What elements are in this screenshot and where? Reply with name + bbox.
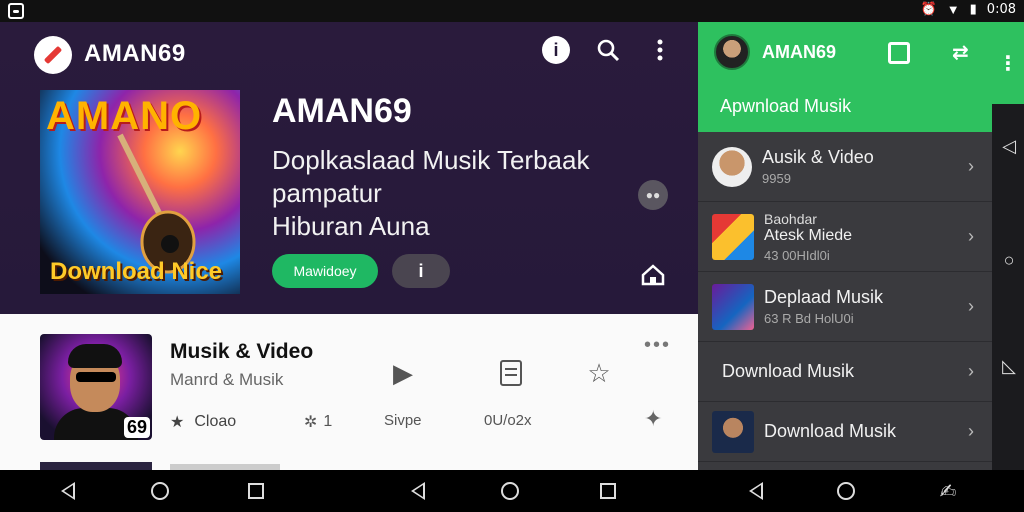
drawer-item[interactable]: Baohdar Atesk Miede 43 00HIdl0i › xyxy=(698,202,992,272)
drawer-item-overline: Baohdar xyxy=(764,210,817,227)
edge-menu-icon[interactable]: ⋮ xyxy=(992,22,1024,104)
drawer-item[interactable]: Download Musik › xyxy=(698,402,992,462)
navigation-drawer: AMAN69 ⇄ Apwnload Musik Ausik & Video 99… xyxy=(698,22,992,470)
chevron-right-icon: › xyxy=(968,421,974,441)
info-button[interactable]: i xyxy=(392,254,450,288)
edge-strip: ⋮ ◁ ○ ◺ xyxy=(992,22,1024,470)
next-item-preview xyxy=(40,462,152,470)
chevron-right-icon: › xyxy=(968,156,974,176)
drawer-user-name: AMAN69 xyxy=(762,42,837,62)
rating-label: Cloao xyxy=(194,413,237,430)
track-thumbnail[interactable]: 69 xyxy=(40,334,152,440)
library-icon[interactable] xyxy=(888,42,910,64)
drawer-list: Ausik & Video 9959 › Baohdar Atesk Miede… xyxy=(698,132,992,462)
status-bar: ⏰ ▼ ▮ 0:08 xyxy=(0,0,1024,22)
pin-icon[interactable]: ✦ xyxy=(644,406,662,432)
save-label[interactable]: 0U/o2x xyxy=(484,412,532,429)
app-bar-actions: i xyxy=(542,36,674,64)
status-time: 0:08 xyxy=(986,1,1016,17)
favorite-star-icon[interactable]: ☆ xyxy=(582,356,616,390)
app-logo-icon[interactable] xyxy=(34,36,72,74)
drawer-item-meta: 9959 xyxy=(762,171,791,186)
battery-icon: ▮ xyxy=(969,1,977,16)
app-notification-icon xyxy=(8,3,24,19)
drawer-item-meta: 43 00HIdl0i xyxy=(764,247,830,263)
hero-subtitle: Doplkaslaad Musik Terbaak pampatur Hibur… xyxy=(272,144,632,243)
play-icon[interactable]: ▶ xyxy=(386,356,420,390)
drawer-item-title: Deplaad Musik xyxy=(764,287,884,307)
home-icon[interactable] xyxy=(640,262,666,288)
drawer-item-thumbnail xyxy=(712,213,754,260)
back-icon[interactable] xyxy=(408,481,428,501)
hero-subtitle-line-2: pampatur xyxy=(272,178,382,208)
album-cover[interactable]: AMANO Download Nice xyxy=(40,90,240,294)
drawer-item-title: Ausik & Video xyxy=(762,147,874,167)
more-options-icon[interactable]: ••• xyxy=(644,334,671,357)
drawer-item-thumbnail xyxy=(712,283,754,330)
drawer-item[interactable]: Download Musik › xyxy=(698,342,992,402)
drawer-item-thumbnail xyxy=(712,410,754,453)
info-icon[interactable]: i xyxy=(542,36,570,64)
main-app: AMAN69 i AMANO Download Nice AMAN69 Dopl… xyxy=(0,22,698,470)
wifi-icon: ▼ xyxy=(946,1,960,17)
chevron-right-icon: › xyxy=(968,296,974,316)
home-circle-icon[interactable] xyxy=(150,481,170,501)
drawer-item-title: Download Musik xyxy=(764,421,897,441)
drawer-header: AMAN69 ⇄ Apwnload Musik xyxy=(698,22,992,132)
track-badge: 69 xyxy=(123,417,150,438)
status-icons: ⏰ ▼ ▮ 0:08 xyxy=(921,1,1016,17)
chevron-right-icon: › xyxy=(968,226,974,246)
sparkle-icon: ✲ xyxy=(304,414,318,431)
search-icon[interactable] xyxy=(594,36,622,64)
drawer-item[interactable]: Deplaad Musik 63 R Bd HolU0i › xyxy=(698,272,992,342)
download-button[interactable]: Mawidoey xyxy=(272,254,378,288)
drawer-item[interactable]: Ausik & Video 9959 › xyxy=(698,132,992,202)
home-circle-icon[interactable] xyxy=(500,481,520,501)
back-outline-icon[interactable]: ◁ xyxy=(1000,136,1018,156)
share-label[interactable]: Sivpe xyxy=(384,412,422,429)
system-nav-bar: ✍ xyxy=(0,470,1024,512)
corner-icon[interactable]: ◺ xyxy=(1000,356,1018,376)
hero-title: AMAN69 xyxy=(272,92,412,130)
star-icon: ★ xyxy=(170,414,185,431)
recents-icon[interactable] xyxy=(598,481,618,501)
swap-icon[interactable]: ⇄ xyxy=(952,40,978,64)
drawer-item-thumbnail xyxy=(712,146,752,187)
home-circle-icon[interactable] xyxy=(836,481,856,501)
track-subtitle: Manrd & Musik xyxy=(170,370,284,389)
drawer-item-title: Atesk Miede xyxy=(764,226,853,244)
avatar[interactable] xyxy=(714,34,750,70)
alarm-icon: ⏰ xyxy=(920,1,937,16)
chevron-right-icon: › xyxy=(968,361,974,381)
back-icon[interactable] xyxy=(58,481,78,501)
hero-subtitle-line-1: Doplkaslaad Musik Terbaak xyxy=(272,145,590,175)
floating-chip-icon[interactable]: ●● xyxy=(638,180,668,210)
document-icon[interactable] xyxy=(494,356,528,390)
overflow-menu-icon[interactable] xyxy=(646,36,674,64)
track-rating: ★ Cloao xyxy=(170,412,236,432)
drawer-item-title: Download Musik xyxy=(722,361,855,381)
drawer-item-meta: 63 R Bd HolU0i xyxy=(764,311,854,326)
stat-value: 1 xyxy=(323,413,333,430)
circle-outline-icon[interactable]: ○ xyxy=(1000,250,1018,270)
assistant-icon[interactable]: ✍ xyxy=(938,481,958,503)
hero-subtitle-line-3: Hiburan Auna xyxy=(272,211,430,241)
drawer-subtitle: Apwnload Musik xyxy=(720,96,852,116)
track-card[interactable]: 69 Musik & Video Manrd & Musik ★ Cloao ✲… xyxy=(0,314,698,470)
hero-section: AMAN69 i AMANO Download Nice AMAN69 Dopl… xyxy=(0,22,698,314)
track-title: Musik & Video xyxy=(170,340,314,363)
app-title: AMAN69 xyxy=(84,40,186,67)
back-icon[interactable] xyxy=(746,481,766,501)
recents-icon[interactable] xyxy=(246,481,266,501)
track-stat: ✲ 1 xyxy=(304,412,332,432)
cover-caption: Download Nice xyxy=(50,258,223,285)
